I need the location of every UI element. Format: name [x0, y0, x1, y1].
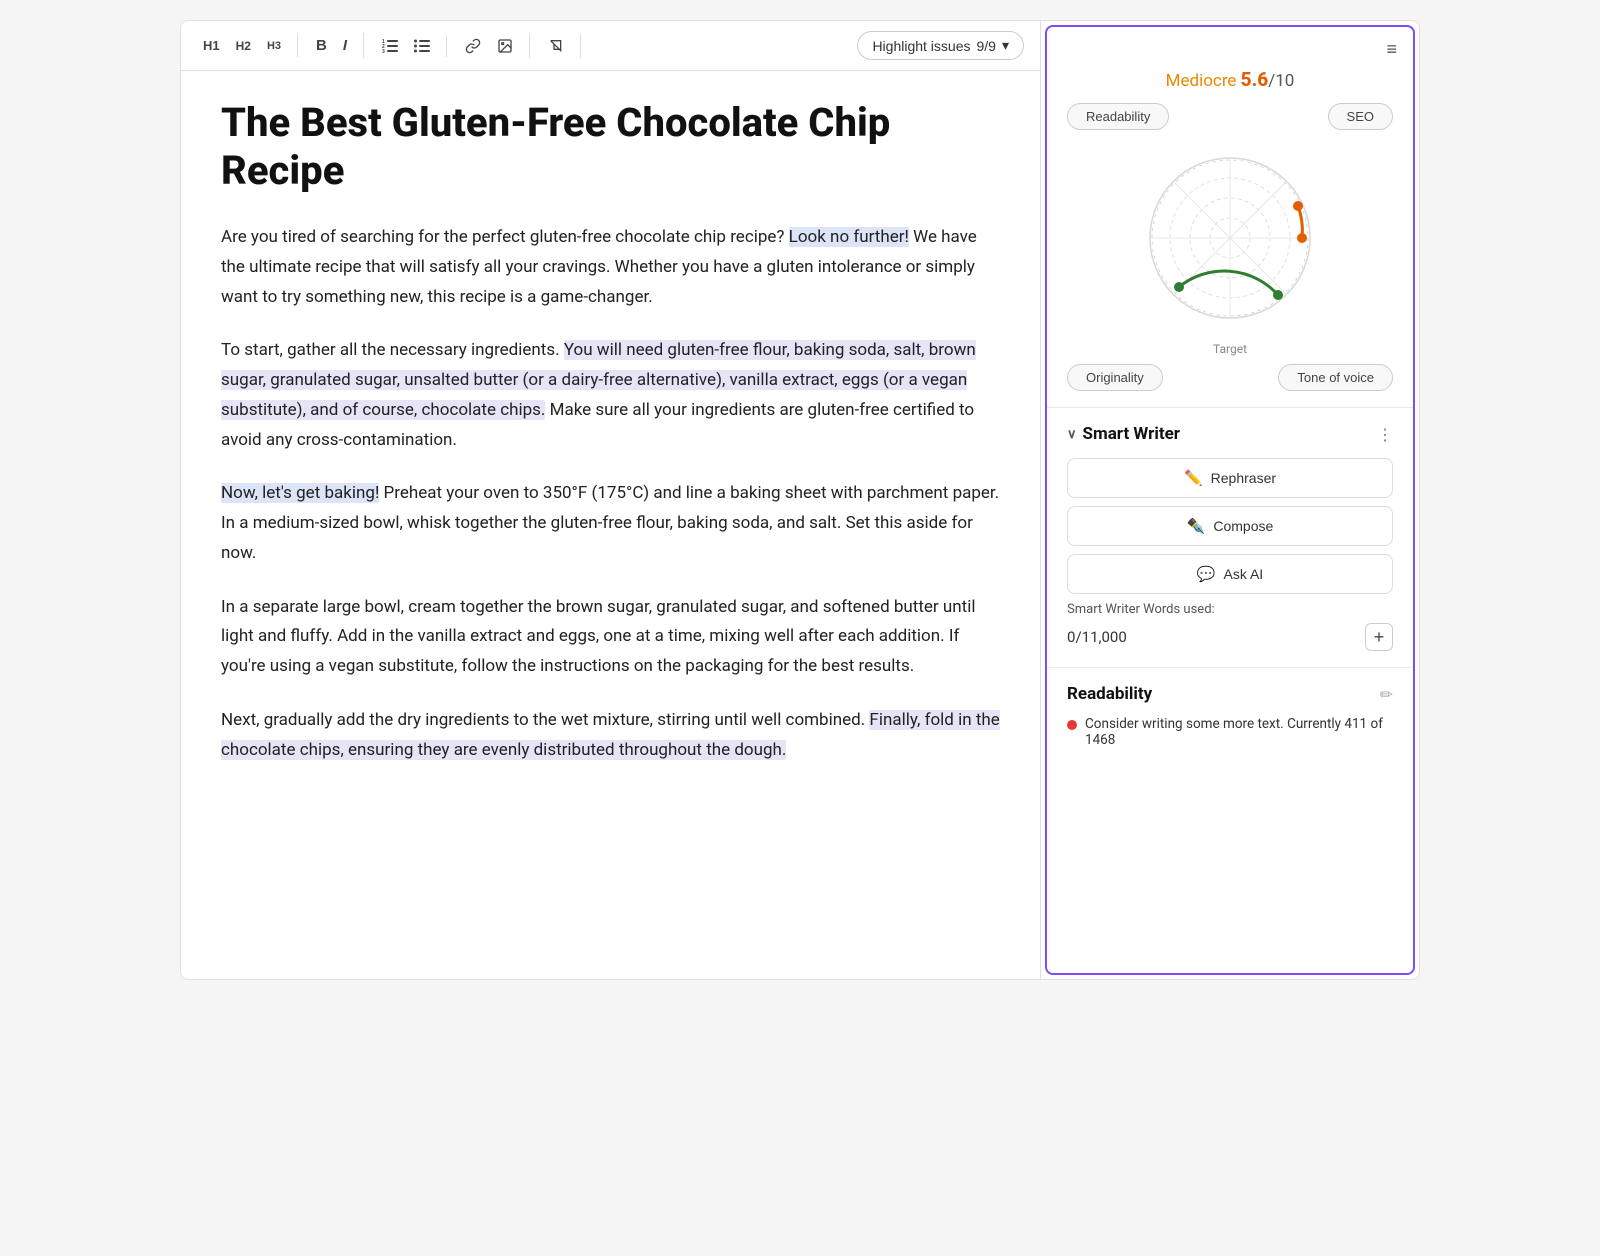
words-total-value: 11,000 [1082, 628, 1127, 646]
compose-button[interactable]: ✒️ Compose [1067, 506, 1393, 546]
rephraser-button[interactable]: ✏️ Rephraser [1067, 458, 1393, 498]
radar-chart [1130, 138, 1330, 338]
clear-group [542, 34, 581, 58]
highlight-baking: Now, let's get baking! [221, 483, 379, 503]
smart-writer-header: ∨ Smart Writer ⋮ [1067, 424, 1393, 444]
compose-icon: ✒️ [1187, 517, 1206, 535]
words-used-value: 0 [1067, 628, 1075, 646]
score-max: /10 [1268, 71, 1294, 91]
highlight-count: 9/9 [977, 38, 996, 54]
score-label: Mediocre 5.6/10 [1067, 68, 1393, 91]
paragraph-1[interactable]: Are you tired of searching for the perfe… [221, 223, 1000, 312]
insert-group [459, 34, 530, 58]
more-options-icon[interactable]: ⋮ [1377, 425, 1393, 444]
smart-writer-section: ∨ Smart Writer ⋮ ✏️ Rephraser ✒️ Compose… [1047, 408, 1413, 667]
tab-seo[interactable]: SEO [1328, 103, 1393, 130]
highlight-look-no-further: Look no further! [789, 227, 909, 247]
list-group: 123 [376, 35, 447, 57]
readability-header: Readability ✏ [1067, 684, 1393, 704]
main-container: H1 H2 H3 B I 123 [180, 20, 1420, 980]
unordered-list-button[interactable] [408, 35, 436, 57]
radar-target-label: Target [1067, 342, 1393, 356]
score-value: 5.6 [1241, 68, 1269, 91]
words-count-row: 0/11,000 + [1067, 623, 1393, 651]
right-panel-header: ≡ [1047, 27, 1413, 68]
compose-label: Compose [1213, 518, 1273, 534]
toolbar: H1 H2 H3 B I 123 [181, 21, 1040, 71]
readability-text: Consider writing some more text. Current… [1085, 716, 1393, 748]
score-section: Mediocre 5.6/10 Readability SEO [1047, 68, 1413, 407]
red-dot-icon [1067, 720, 1077, 730]
right-panel: ≡ Mediocre 5.6/10 Readability SEO [1045, 25, 1415, 975]
ask-ai-label: Ask AI [1224, 566, 1264, 582]
paragraph-5[interactable]: Next, gradually add the dry ingredients … [221, 706, 1000, 766]
radar-chart-wrapper [1067, 138, 1393, 338]
rephraser-icon: ✏️ [1184, 469, 1203, 487]
tab-originality[interactable]: Originality [1067, 364, 1163, 391]
score-tabs-top: Readability SEO [1067, 103, 1393, 130]
paragraph-3[interactable]: Now, let's get baking! Preheat your oven… [221, 479, 1000, 568]
h1-button[interactable]: H1 [197, 34, 226, 57]
editor-area[interactable]: The Best Gluten-Free Chocolate Chip Reci… [181, 71, 1040, 979]
ask-ai-icon: 💬 [1197, 565, 1216, 583]
ask-ai-button[interactable]: 💬 Ask AI [1067, 554, 1393, 594]
article-title[interactable]: The Best Gluten-Free Chocolate Chip Reci… [221, 99, 1000, 195]
image-button[interactable] [491, 34, 519, 58]
bold-button[interactable]: B [310, 33, 333, 58]
smart-writer-title: ∨ Smart Writer [1067, 424, 1180, 444]
readability-section: Readability ✏ Consider writing some more… [1047, 667, 1413, 764]
words-used-label: Smart Writer Words used: [1067, 602, 1393, 617]
h2-button[interactable]: H2 [230, 35, 257, 57]
highlight-label: Highlight issues [872, 38, 970, 54]
paragraph-4[interactable]: In a separate large bowl, cream together… [221, 593, 1000, 682]
clear-format-button[interactable] [542, 34, 570, 58]
paragraph-2[interactable]: To start, gather all the necessary ingre… [221, 336, 1000, 455]
readability-edit-icon[interactable]: ✏ [1380, 685, 1393, 704]
italic-button[interactable]: I [337, 33, 353, 58]
link-button[interactable] [459, 34, 487, 58]
chevron-down-icon: ▾ [1002, 37, 1009, 54]
smart-writer-label: Smart Writer [1083, 424, 1181, 444]
h3-button[interactable]: H3 [261, 36, 287, 56]
format-group: B I [310, 33, 364, 58]
highlight-issues-button[interactable]: Highlight issues 9/9 ▾ [857, 31, 1024, 60]
tab-readability[interactable]: Readability [1067, 103, 1169, 130]
highlight-chocolate-chips: Finally, fold in the chocolate chips, en… [221, 710, 1000, 760]
highlight-ingredients: You will need gluten-free flour, baking … [221, 340, 976, 420]
left-panel: H1 H2 H3 B I 123 [181, 21, 1041, 979]
score-quality: Mediocre [1166, 71, 1237, 91]
readability-item: Consider writing some more text. Current… [1067, 716, 1393, 748]
collapse-icon[interactable]: ∨ [1067, 427, 1077, 442]
score-tabs-bottom: Originality Tone of voice [1067, 364, 1393, 391]
tab-tone-of-voice[interactable]: Tone of voice [1278, 364, 1393, 391]
heading-group: H1 H2 H3 [197, 34, 298, 57]
readability-title: Readability [1067, 684, 1152, 704]
ordered-list-button[interactable]: 123 [376, 35, 404, 57]
add-words-button[interactable]: + [1365, 623, 1393, 651]
rephraser-label: Rephraser [1211, 470, 1276, 486]
words-count: 0/11,000 [1067, 628, 1127, 646]
menu-icon[interactable]: ≡ [1386, 39, 1397, 60]
svg-text:3: 3 [382, 49, 385, 53]
